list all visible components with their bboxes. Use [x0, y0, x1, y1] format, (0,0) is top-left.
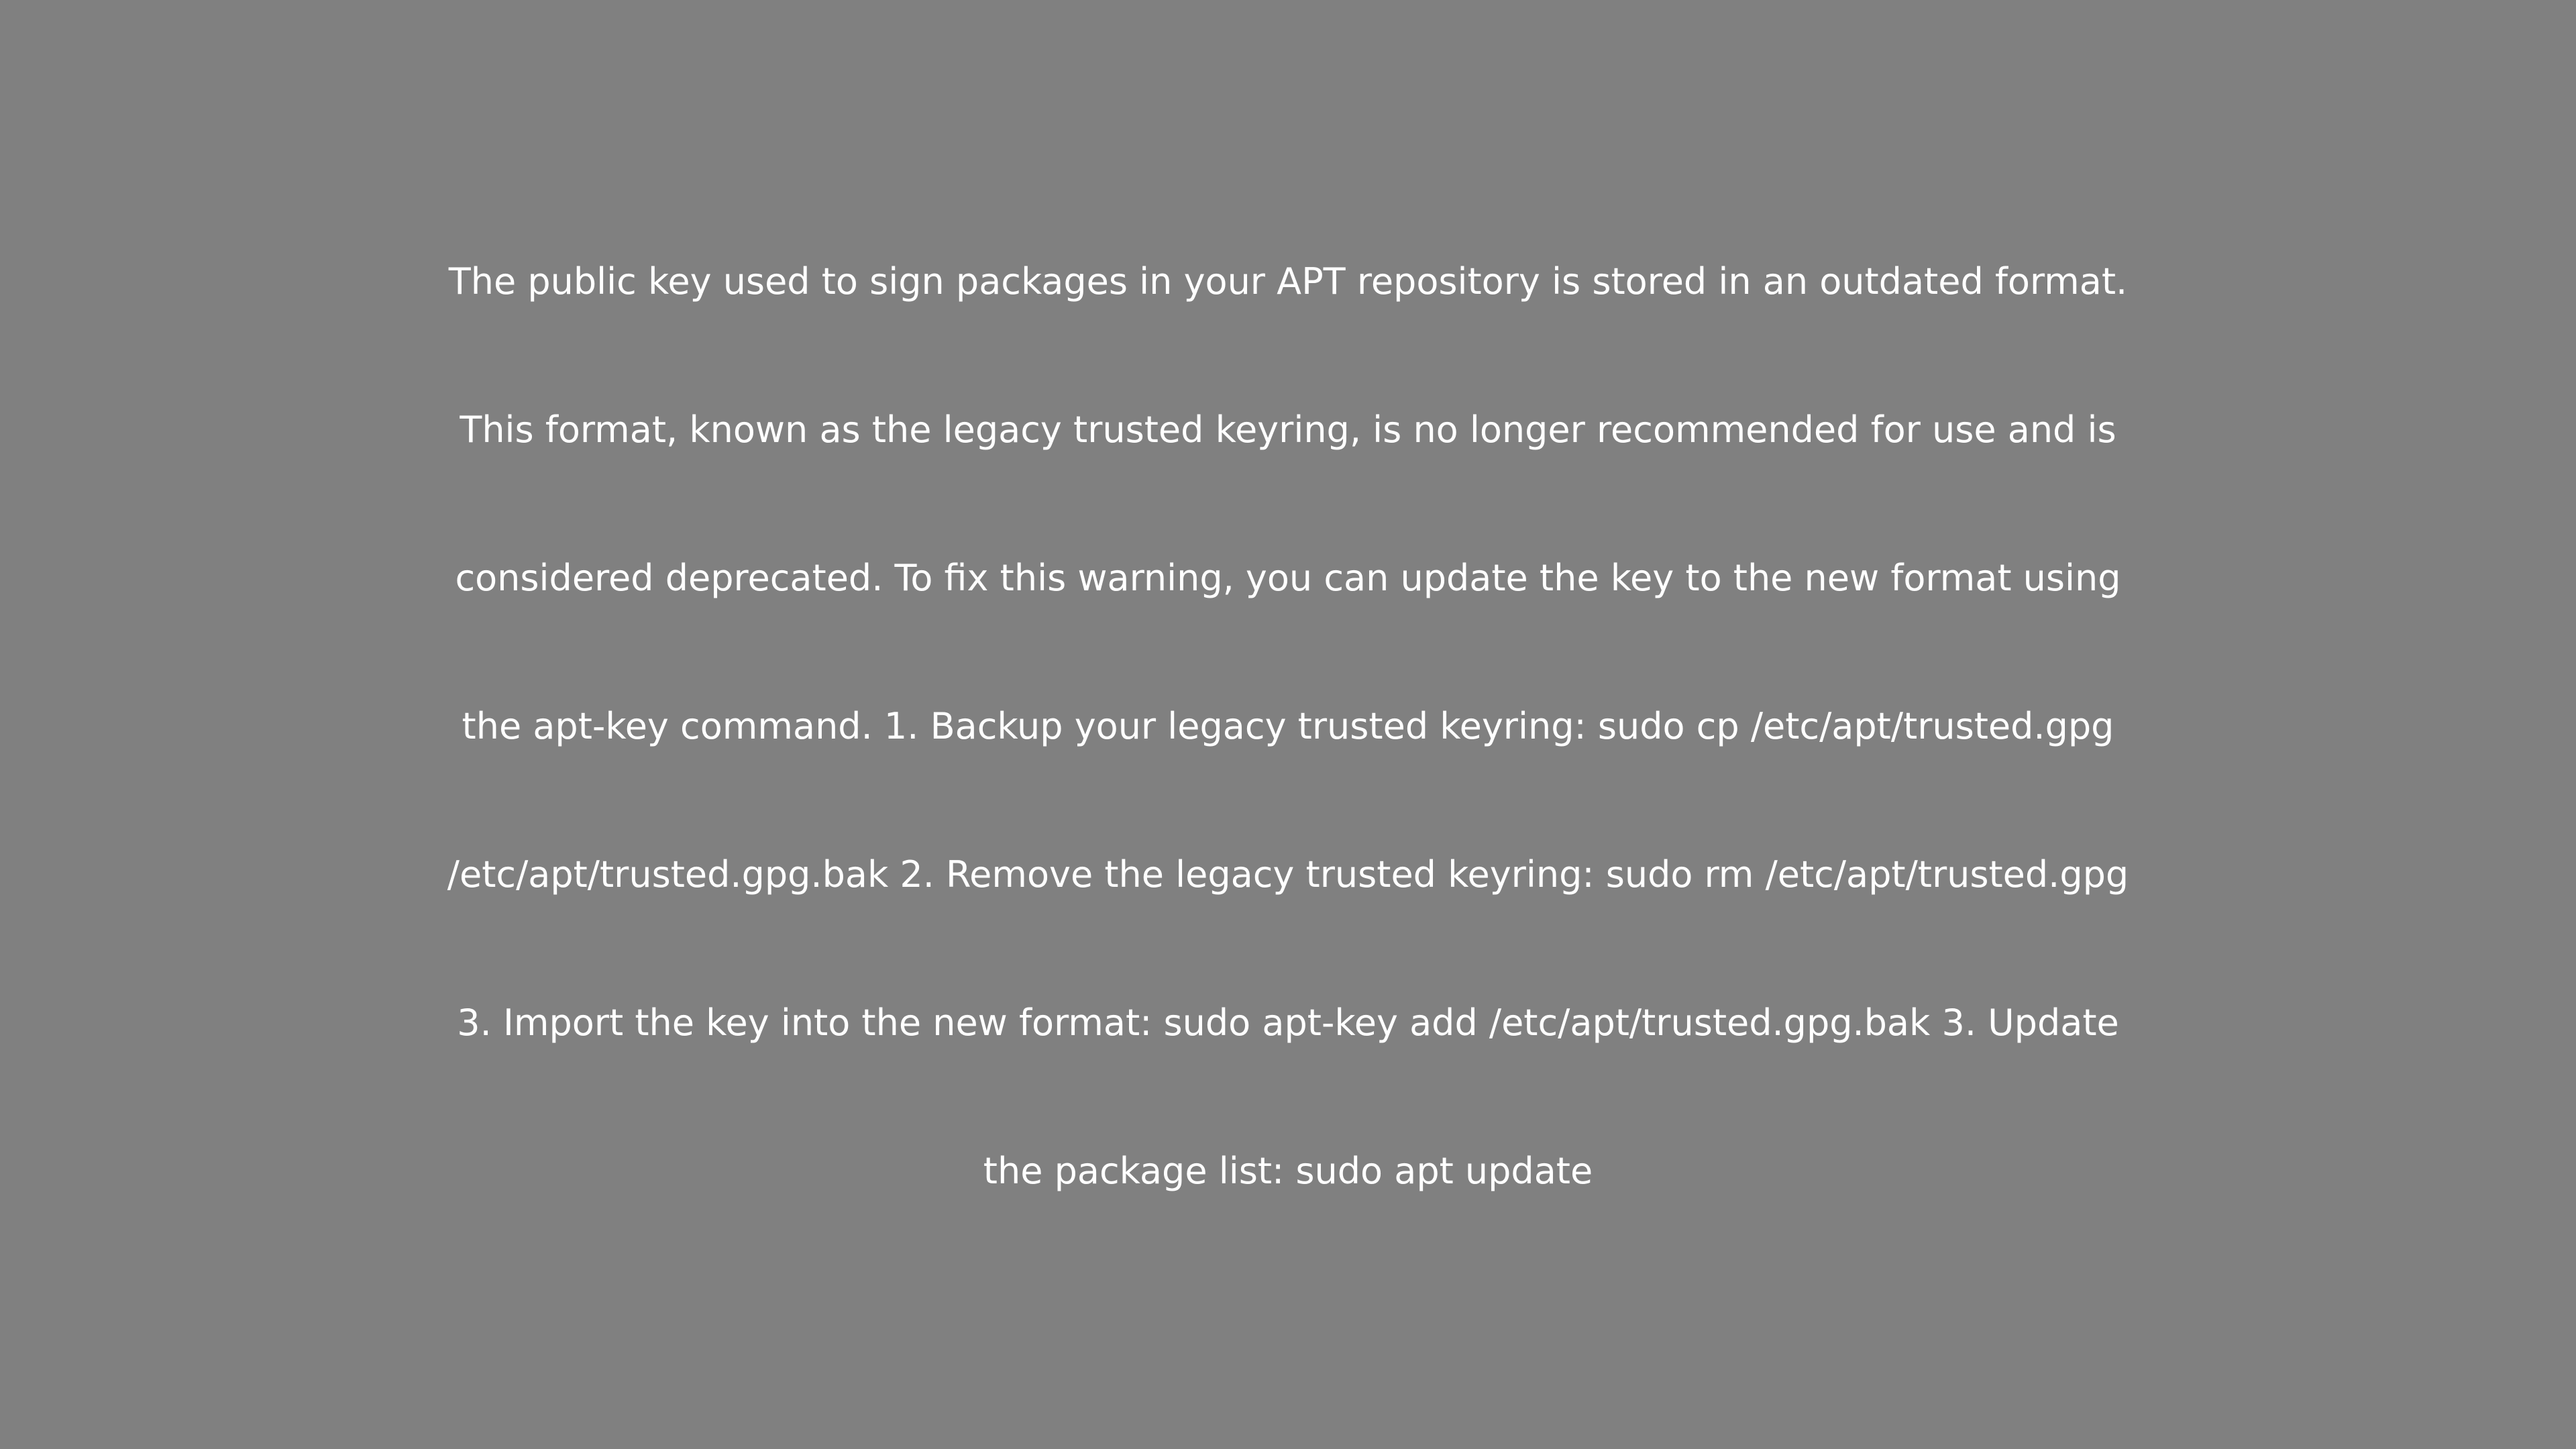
screen: The public key used to sign packages in …: [0, 0, 2576, 1449]
message-line: This format, known as the legacy trusted…: [460, 409, 2116, 451]
message-line: The public key used to sign packages in …: [448, 260, 2128, 303]
deprecation-warning-message: The public key used to sign packages in …: [0, 0, 2576, 1449]
message-line: considered deprecated. To fix this warni…: [455, 557, 2121, 599]
message-line: the package list: sudo apt update: [983, 1150, 1593, 1192]
message-line: 3. Import the key into the new format: s…: [457, 1002, 2119, 1044]
message-line: /etc/apt/trusted.gpg.bak 2. Remove the l…: [447, 853, 2129, 896]
message-line: the apt-key command. 1. Backup your lega…: [462, 705, 2114, 747]
